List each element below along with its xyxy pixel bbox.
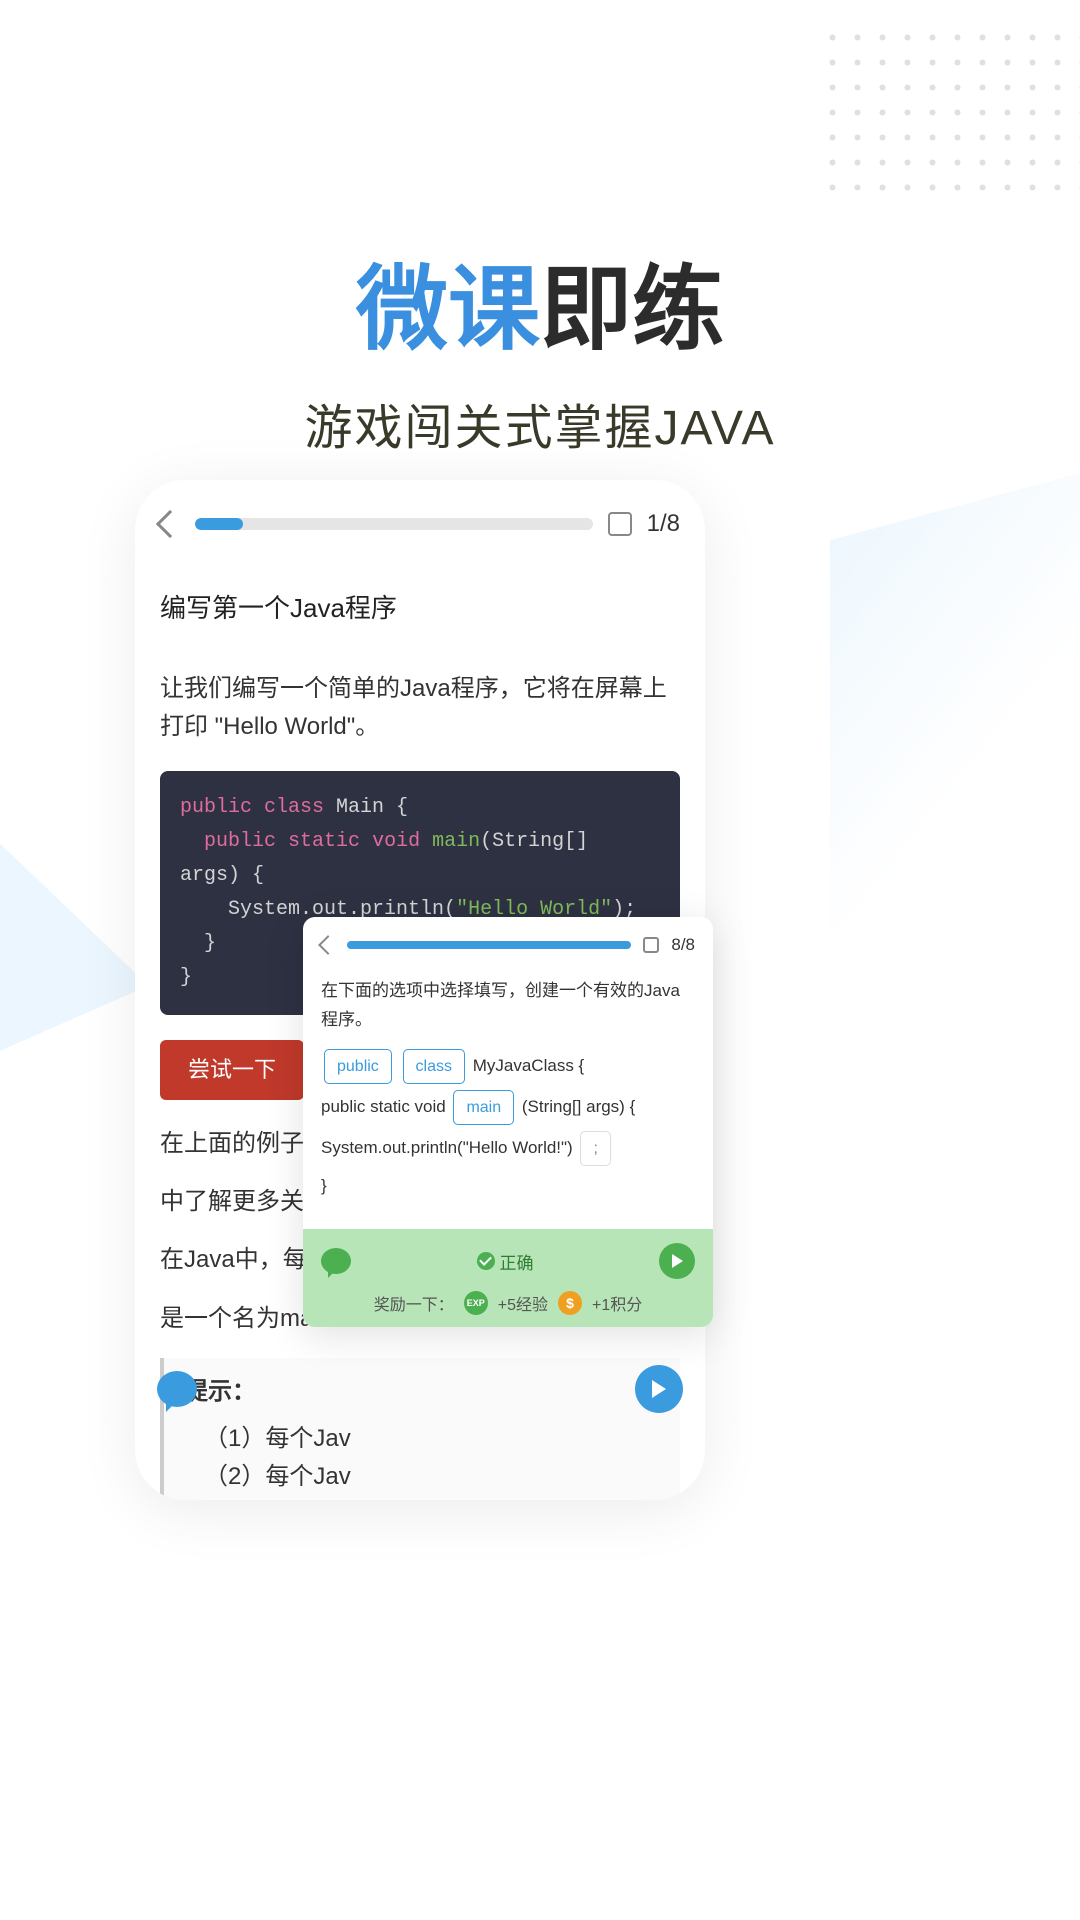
try-button[interactable]: 尝试一下	[160, 1040, 304, 1099]
code-fill-line-2: public static void main (String[] args) …	[321, 1090, 695, 1125]
points-text: +1积分	[592, 1291, 642, 1315]
code-fill-brace: }	[321, 1172, 695, 1201]
back-icon[interactable]	[156, 510, 184, 538]
progress-fill	[195, 518, 243, 530]
back-icon[interactable]	[318, 935, 338, 955]
quiz-counter: 8/8	[671, 935, 695, 955]
coin-badge-icon: $	[558, 1291, 582, 1315]
arrow-right-icon	[652, 1380, 666, 1398]
chip-class[interactable]: class	[403, 1049, 465, 1084]
next-button[interactable]	[635, 1365, 683, 1413]
next-button[interactable]	[659, 1243, 695, 1279]
arrow-right-icon	[672, 1254, 683, 1268]
quiz-result-footer: 正确 奖励一下： EXP +5经验 $ +1积分	[303, 1229, 713, 1327]
calendar-icon[interactable]	[643, 937, 659, 953]
lesson-header: 1/8	[135, 480, 705, 558]
code-fill-line-3: System.out.println("Hello World!") ;	[321, 1131, 695, 1166]
chat-icon[interactable]	[157, 1371, 197, 1407]
code-fill-line-1: public class MyJavaClass {	[321, 1049, 695, 1084]
page-subtitle: 游戏闯关式掌握JAVA	[0, 388, 1080, 458]
background-dots	[820, 25, 1080, 205]
correct-label: 正确	[477, 1249, 534, 1274]
calendar-icon[interactable]	[608, 512, 632, 536]
reward-row: 奖励一下： EXP +5经验 $ +1积分	[321, 1291, 695, 1315]
quiz-description: 在下面的选项中选择填写，创建一个有效的Java程序。	[321, 977, 695, 1035]
chip-main[interactable]: main	[453, 1090, 514, 1125]
page-title: 微课即练	[0, 235, 1080, 368]
quiz-overlay-card: 8/8 在下面的选项中选择填写，创建一个有效的Java程序。 public cl…	[303, 917, 713, 1327]
quiz-body: 在下面的选项中选择填写，创建一个有效的Java程序。 public class …	[303, 965, 713, 1201]
quiz-progress-fill	[347, 941, 631, 949]
progress-bar	[195, 518, 593, 530]
bottom-bar	[135, 1354, 705, 1424]
lesson-title: 编写第一个Java程序	[160, 588, 680, 630]
exp-text: +5经验	[498, 1291, 548, 1315]
exp-badge-icon: EXP	[464, 1291, 488, 1315]
title-rest: 即练	[540, 259, 724, 361]
chat-icon[interactable]	[321, 1248, 351, 1274]
chip-public[interactable]: public	[324, 1049, 392, 1084]
quiz-header: 8/8	[303, 917, 713, 965]
title-highlighted: 微课	[356, 259, 540, 361]
tip-line-1: （1）每个Jav	[184, 1420, 660, 1458]
quiz-progress-bar	[347, 941, 631, 949]
page-counter: 1/8	[647, 510, 680, 538]
chip-semicolon[interactable]: ;	[580, 1131, 610, 1166]
result-row: 正确	[321, 1243, 695, 1279]
background-wave	[830, 460, 1080, 940]
check-icon	[477, 1252, 495, 1270]
reward-label: 奖励一下：	[374, 1291, 454, 1315]
lesson-description: 让我们编写一个简单的Java程序，它将在屏幕上打印 "Hello World"。	[160, 670, 680, 747]
tip-line-2: （2）每个Jav	[184, 1458, 660, 1496]
